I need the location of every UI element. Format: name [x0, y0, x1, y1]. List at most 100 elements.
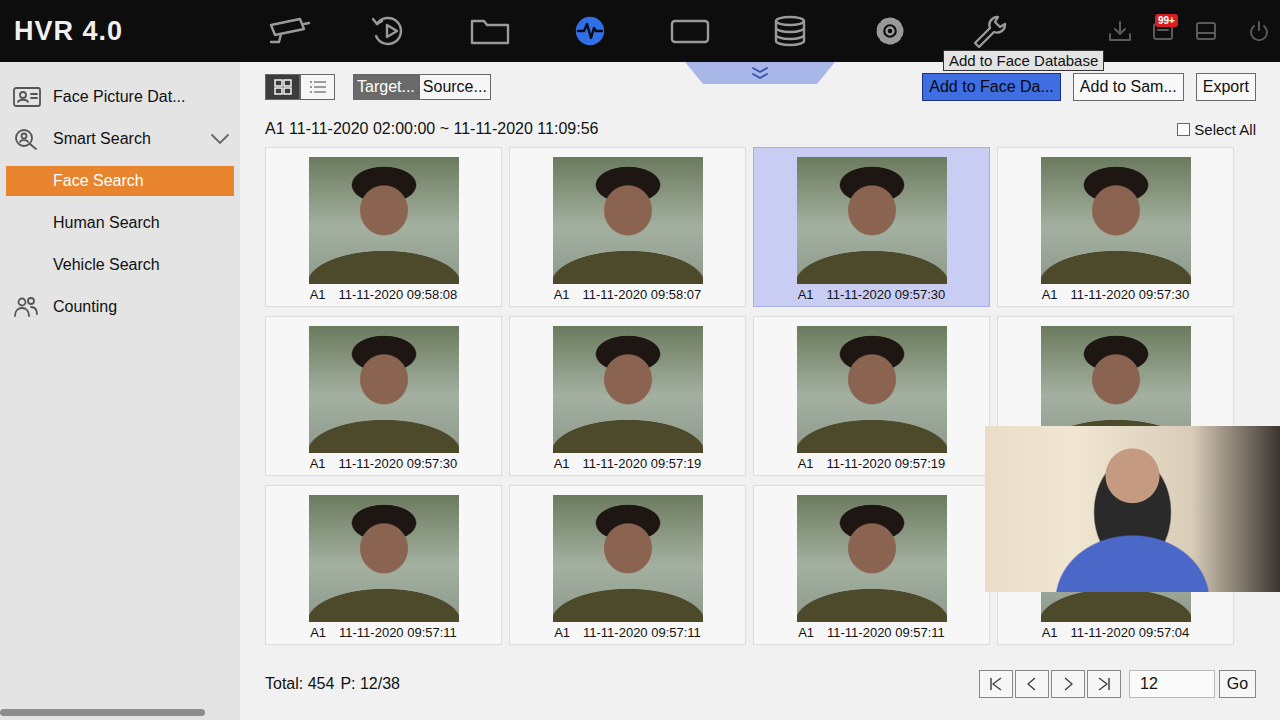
result-card[interactable]: A1 11-11-2020 09:57:30 [753, 147, 990, 307]
camera-label: A1 [798, 456, 814, 471]
filter-button[interactable]: Target... [353, 74, 419, 100]
nav-item[interactable] [840, 0, 940, 62]
camera-label: A1 [1042, 625, 1058, 640]
body: Face Picture Dat... Smart Search Face Se… [0, 62, 1280, 720]
card-caption: A1 11-11-2020 09:57:11 [798, 625, 945, 640]
total-count: Total: 454 [265, 675, 334, 693]
time-range: A1 11-11-2020 02:00:00 ~ 11-11-2020 11:0… [265, 120, 598, 138]
sidebar: Face Picture Dat... Smart Search Face Se… [0, 62, 240, 720]
camera-label: A1 [554, 287, 570, 302]
sidebar-label: Face Search [53, 172, 226, 190]
page-count: P: 12/38 [340, 675, 400, 693]
result-card[interactable]: A1 11-11-2020 09:57:30 [997, 147, 1234, 307]
card-caption: A1 11-11-2020 09:57:30 [798, 287, 946, 302]
checkbox[interactable] [1177, 123, 1190, 136]
result-card[interactable]: A1 11-11-2020 09:57:30 [265, 316, 502, 476]
download-icon [1106, 19, 1134, 43]
capture-time: 11-11-2020 09:57:04 [1071, 625, 1190, 640]
tool-button[interactable] [1237, 11, 1280, 51]
nav-item[interactable] [340, 0, 440, 62]
face-photo [309, 495, 459, 622]
next-page-icon [1060, 676, 1076, 692]
configuration-icon [866, 13, 914, 49]
nav-item[interactable] [240, 0, 340, 62]
capture-time: 11-11-2020 09:57:19 [827, 456, 946, 471]
nav-item[interactable] [740, 0, 840, 62]
first-page-icon [988, 676, 1004, 692]
page-input[interactable]: 12 [1129, 670, 1215, 698]
action-button[interactable]: Export [1196, 73, 1256, 101]
result-card[interactable]: A1 11-11-2020 09:57:11 [753, 485, 990, 645]
tooltip: Add to Face Database [943, 50, 1104, 71]
sidebar-label: Human Search [53, 214, 226, 232]
presenter-video [985, 426, 1280, 592]
face-photo [1041, 157, 1191, 284]
view-button[interactable] [300, 74, 335, 100]
sidebar-item[interactable]: Face Search [6, 166, 234, 196]
pager-button[interactable] [1087, 670, 1121, 698]
sidebar-item[interactable]: Smart Search [0, 118, 240, 160]
tool-button[interactable]: 99+ [1141, 11, 1184, 51]
card-caption: A1 11-11-2020 09:57:11 [310, 625, 457, 640]
smart-search-icon [12, 127, 42, 151]
face-search-panel: Target...Source... Add to Face Da...Add … [240, 62, 1280, 720]
card-caption: A1 11-11-2020 09:58:07 [554, 287, 702, 302]
view-button[interactable] [265, 74, 300, 100]
face-photo [553, 157, 703, 284]
face-photo [797, 326, 947, 453]
face-photo [797, 157, 947, 284]
result-card[interactable]: A1 11-11-2020 09:57:19 [753, 316, 990, 476]
capture-time: 11-11-2020 09:57:11 [339, 625, 457, 640]
pager-button[interactable] [979, 670, 1013, 698]
card-caption: A1 11-11-2020 09:57:30 [310, 456, 458, 471]
face-database-icon [12, 85, 42, 109]
nav-item[interactable] [440, 0, 540, 62]
pager-button[interactable] [1051, 670, 1085, 698]
nav-item[interactable] [640, 0, 740, 62]
capture-time: 11-11-2020 09:57:30 [1071, 287, 1190, 302]
select-all[interactable]: Select All [1177, 121, 1256, 138]
select-all-label: Select All [1194, 121, 1256, 138]
capture-time: 11-11-2020 09:58:07 [583, 287, 702, 302]
result-summary: Total: 454 P: 12/38 [265, 675, 400, 693]
result-card[interactable]: A1 11-11-2020 09:57:19 [509, 316, 746, 476]
display-icon [666, 13, 714, 49]
tool-button[interactable] [1098, 11, 1141, 51]
view-toggle [265, 74, 335, 100]
sidebar-item[interactable]: Human Search [6, 208, 234, 238]
sidebar-scrollbar[interactable] [0, 709, 205, 716]
action-button[interactable]: Add to Sam... [1073, 73, 1184, 101]
nav-item[interactable] [540, 0, 640, 62]
sidebar-item[interactable]: Face Picture Dat... [0, 76, 240, 118]
playback-icon [366, 13, 414, 49]
camera-label: A1 [310, 625, 326, 640]
sidebar-item[interactable]: Counting [0, 286, 240, 328]
card-caption: A1 11-11-2020 09:57:19 [798, 456, 946, 471]
go-button[interactable]: Go [1219, 670, 1256, 698]
result-card[interactable]: A1 11-11-2020 09:58:08 [265, 147, 502, 307]
storage-icon [766, 13, 814, 49]
pager-button[interactable] [1015, 670, 1049, 698]
hvr-screen: HVR 4.0 99+ Face Picture Dat... Smart Se… [0, 0, 1280, 720]
tool-button[interactable] [1184, 11, 1227, 51]
face-photo [309, 326, 459, 453]
result-card[interactable]: A1 11-11-2020 09:58:07 [509, 147, 746, 307]
filter-button[interactable]: Source... [419, 74, 491, 100]
smart-icon [566, 13, 614, 49]
face-photo [553, 326, 703, 453]
sidebar-label: Counting [53, 298, 232, 316]
alarm-badge: 99+ [1155, 14, 1178, 27]
camera-label: A1 [798, 287, 814, 302]
capture-time: 11-11-2020 09:57:19 [583, 456, 702, 471]
capture-time: 11-11-2020 09:57:11 [827, 625, 945, 640]
action-buttons: Add to Face Da... Add to Sam... Export [922, 73, 1256, 101]
face-photo [309, 157, 459, 284]
sidebar-item[interactable]: Vehicle Search [6, 250, 234, 280]
result-card[interactable]: A1 11-11-2020 09:57:11 [265, 485, 502, 645]
maintenance-icon [966, 13, 1014, 49]
card-caption: A1 11-11-2020 09:58:08 [310, 287, 458, 302]
collapse-tab[interactable] [685, 62, 835, 84]
camera-label: A1 [310, 456, 326, 471]
result-card[interactable]: A1 11-11-2020 09:57:11 [509, 485, 746, 645]
action-button[interactable]: Add to Face Da... [922, 73, 1061, 101]
